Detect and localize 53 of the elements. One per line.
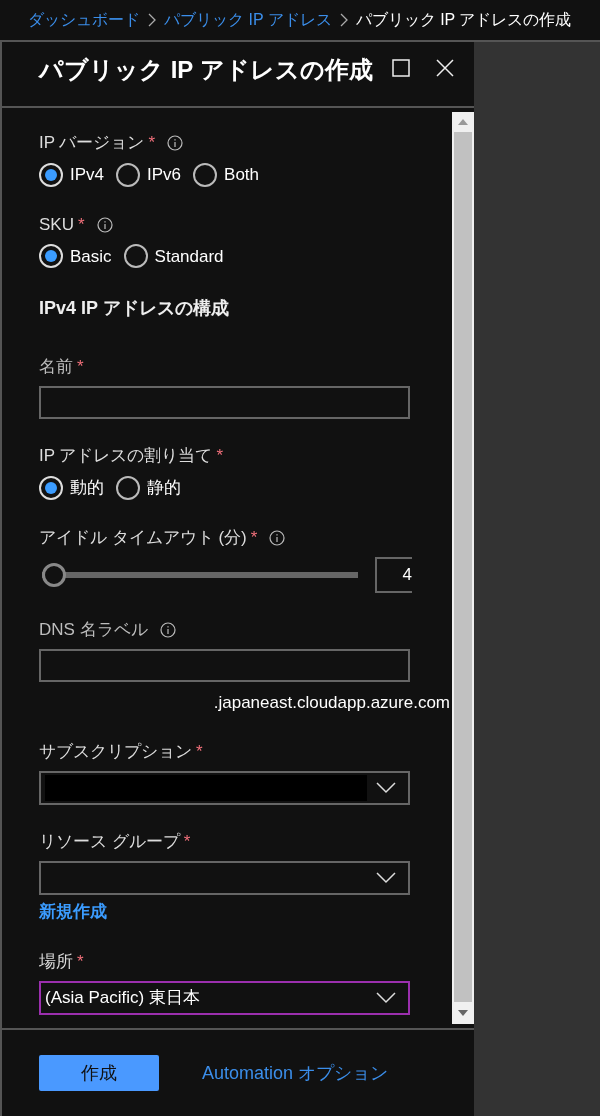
radio-option[interactable]: Both [193,162,260,188]
domain-suffix: .japaneast.cloudapp.azure.com [213,691,450,714]
breadcrumb-link[interactable]: パブリック IP アドレス [164,8,332,32]
panel-title: パブリック IP アドレスの作成 [39,55,374,85]
section-heading: IPv4 IP アドレスの構成 [39,297,230,320]
chevron-right-icon [148,13,156,27]
close-icon[interactable] [436,59,454,77]
slider-thumb[interactable] [42,562,66,587]
breadcrumb-current: パブリック IP アドレスの作成 [355,10,572,30]
create-new-link[interactable]: 新規作成 [39,899,452,925]
required-mark: * [183,831,191,854]
chevron-down-icon [376,991,396,1004]
required-mark: * [196,741,203,764]
field-label: DNS 名ラベル [39,618,148,641]
radio-option[interactable]: 静的 [116,475,181,501]
dropdown[interactable] [39,771,410,805]
info-icon[interactable] [159,621,176,638]
required-mark: * [250,526,258,549]
radio-option[interactable]: IPv4 [39,162,105,188]
field-label: IP バージョン [39,132,145,155]
dropdown[interactable] [39,861,410,895]
info-icon[interactable] [96,216,113,233]
field-label: アイドル タイムアウト (分) [39,526,247,549]
automation-options-link[interactable]: Automation オプション [202,1059,389,1087]
breadcrumb-link[interactable]: ダッシュボード [28,8,140,32]
chevron-right-icon [339,13,348,27]
field-label: 名前 [39,356,73,379]
field-label: サブスクリプション [39,741,192,764]
required-mark: * [77,356,84,379]
chevron-down-icon [376,782,396,794]
field-label: IP アドレスの割り当て [39,445,213,468]
required-mark: * [148,132,156,155]
radio-option[interactable]: IPv6 [116,162,182,188]
scrollbar[interactable] [452,112,474,1024]
field-label: リソース グループ [39,831,180,854]
text-field[interactable] [39,648,410,682]
chevron-down-icon [376,872,396,884]
required-mark: * [216,445,224,468]
number-field[interactable]: 4 [375,556,412,593]
scroll-down-icon[interactable] [458,1010,468,1016]
dropdown[interactable]: (Asia Pacific) 東日本 [39,980,410,1015]
field-label: 場所 [39,950,73,973]
radio-option[interactable]: 動的 [39,475,104,501]
required-mark: * [77,213,85,236]
field-label: SKU [39,213,74,236]
info-icon[interactable] [167,135,184,151]
radio-option[interactable]: Basic [39,243,112,269]
maximize-icon[interactable] [392,59,410,77]
required-mark: * [77,950,84,973]
info-icon[interactable] [269,529,286,546]
create-button[interactable]: 作成 [39,1055,159,1091]
radio-option[interactable]: Standard [123,243,224,269]
text-field[interactable] [39,386,410,419]
